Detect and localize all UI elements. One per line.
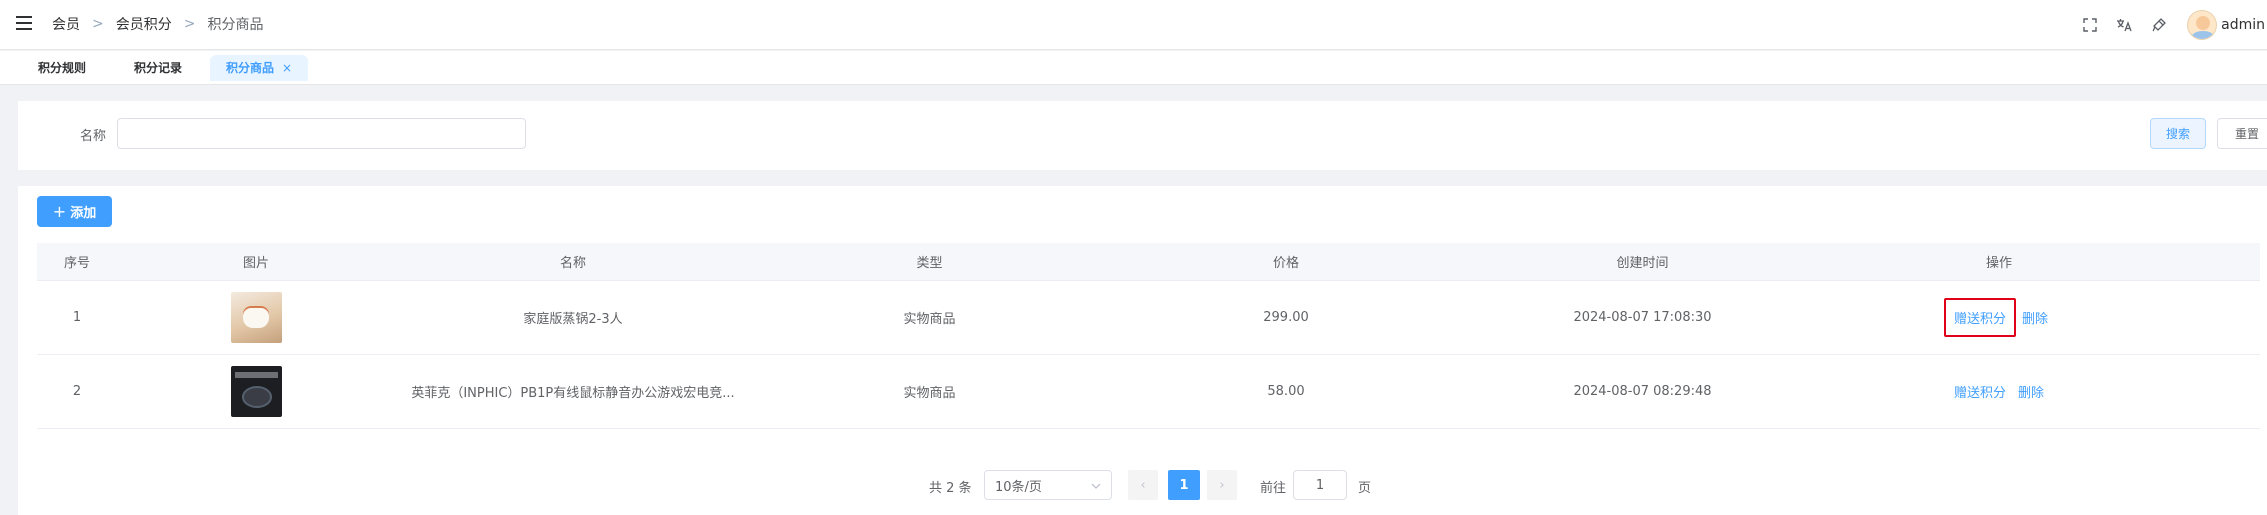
gift-points-button[interactable]: 赠送积分 bbox=[1954, 382, 2006, 401]
navbar: 会员 > 会员积分 > 积分商品 admin bbox=[0, 0, 2267, 50]
created-time: 2024-08-07 17:08:30 bbox=[1573, 310, 1712, 325]
breadcrumb: 会员 > 会员积分 > 积分商品 bbox=[52, 14, 263, 34]
search-button[interactable]: 搜索 bbox=[2150, 118, 2206, 149]
tags-view: 积分规则 积分记录 积分商品 × bbox=[0, 51, 2267, 85]
page-suffix: 页 bbox=[1358, 481, 1372, 496]
avatar[interactable] bbox=[2187, 10, 2218, 40]
tab-label: 积分商品 bbox=[226, 61, 275, 75]
name-label: 名称 bbox=[80, 129, 107, 144]
column-header: 类型 bbox=[916, 256, 943, 271]
steamer-product-image[interactable] bbox=[230, 292, 282, 343]
image-cell bbox=[117, 281, 395, 354]
goto-label: 前往 bbox=[1260, 481, 1287, 496]
breadcrumb-item-current: 积分商品 bbox=[207, 17, 264, 33]
column-header: 创建时间 bbox=[1616, 256, 1669, 271]
column-header: 序号 bbox=[63, 256, 90, 271]
mouse-product-image[interactable] bbox=[230, 366, 282, 417]
breadcrumb-item[interactable]: 会员积分 bbox=[116, 14, 172, 34]
tab-label: 积分规则 bbox=[38, 61, 87, 75]
tab-points-records[interactable]: 积分记录 bbox=[118, 55, 198, 81]
breadcrumb-item[interactable]: 会员 bbox=[52, 14, 80, 34]
column-header: 价格 bbox=[1272, 256, 1299, 271]
table-header: 序号 图片 名称 类型 价格 创建时间 操作 bbox=[37, 243, 2260, 281]
created-time: 2024-08-07 08:29:48 bbox=[1573, 384, 1712, 399]
image-cell bbox=[117, 355, 395, 428]
product-type: 实物商品 bbox=[903, 312, 956, 327]
reset-button[interactable]: 重置 bbox=[2217, 118, 2267, 149]
plus-icon: + bbox=[52, 202, 67, 221]
add-button-label: 添加 bbox=[70, 206, 97, 221]
tab-points-products[interactable]: 积分商品 × bbox=[210, 55, 309, 81]
product-name: 家庭版蒸锅2-3人 bbox=[523, 312, 623, 327]
gift-points-button[interactable]: 赠送积分 bbox=[1954, 312, 2006, 327]
row-index: 2 bbox=[72, 384, 82, 399]
actions-cell: 赠送积分 删除 bbox=[1821, 281, 2177, 354]
product-name: 英菲克（INPHIC）PB1P有线鼠标静音办公游戏宏电竞... bbox=[411, 386, 735, 401]
theme-icon[interactable] bbox=[2147, 14, 2169, 36]
product-price: 299.00 bbox=[1263, 310, 1309, 325]
add-button[interactable]: + 添加 bbox=[37, 196, 112, 227]
breadcrumb-separator: > bbox=[92, 16, 104, 32]
prev-page-button[interactable]: ‹ bbox=[1128, 470, 1158, 500]
column-header: 名称 bbox=[559, 256, 586, 271]
delete-button[interactable]: 删除 bbox=[2022, 308, 2048, 327]
goto-page-input[interactable]: 1 bbox=[1293, 470, 1347, 500]
search-form: 名称 搜索 重置 bbox=[18, 101, 2267, 170]
delete-button[interactable]: 删除 bbox=[2018, 382, 2044, 401]
page-size-select[interactable]: 10条/页 bbox=[984, 470, 1112, 500]
tab-label: 积分记录 bbox=[134, 61, 183, 75]
column-header: 操作 bbox=[1985, 256, 2012, 271]
fullscreen-icon[interactable] bbox=[2079, 14, 2101, 36]
products-table: 序号 图片 名称 类型 价格 创建时间 操作 1 家庭版蒸锅2-3人 实物商品 … bbox=[37, 243, 2260, 429]
table-row: 2 英菲克（INPHIC）PB1P有线鼠标静音办公游戏宏电竞... 实物商品 5… bbox=[37, 355, 2260, 429]
menu-icon[interactable] bbox=[16, 16, 32, 32]
product-type: 实物商品 bbox=[903, 386, 956, 401]
page-size-value: 10条/页 bbox=[995, 479, 1042, 495]
highlight-box: 赠送积分 bbox=[1943, 298, 2016, 337]
table-row: 1 家庭版蒸锅2-3人 实物商品 299.00 2024-08-07 17:08… bbox=[37, 281, 2260, 355]
pagination: 共 2 条 10条/页 ‹ 1 › 前往 1 页 bbox=[18, 470, 2267, 500]
column-header: 图片 bbox=[242, 256, 269, 271]
next-page-button[interactable]: › bbox=[1207, 470, 1237, 500]
actions-cell: 赠送积分 删除 bbox=[1821, 355, 2177, 428]
row-index: 1 bbox=[72, 310, 82, 325]
chevron-down-icon bbox=[1091, 478, 1101, 493]
username[interactable]: admin bbox=[2221, 17, 2265, 33]
translate-icon[interactable] bbox=[2113, 14, 2135, 36]
breadcrumb-separator: > bbox=[183, 16, 196, 32]
product-price: 58.00 bbox=[1267, 384, 1305, 399]
header-right-menu: admin bbox=[2079, 0, 2267, 50]
table-panel: + 添加 序号 图片 名称 类型 价格 创建时间 操作 1 家庭版蒸锅2-3人 … bbox=[18, 186, 2267, 515]
pagination-total: 共 2 条 bbox=[929, 481, 972, 496]
close-icon[interactable]: × bbox=[282, 61, 292, 75]
name-search-input[interactable] bbox=[117, 118, 526, 149]
page-number-current[interactable]: 1 bbox=[1168, 470, 1200, 500]
tab-points-rules[interactable]: 积分规则 bbox=[22, 55, 102, 81]
